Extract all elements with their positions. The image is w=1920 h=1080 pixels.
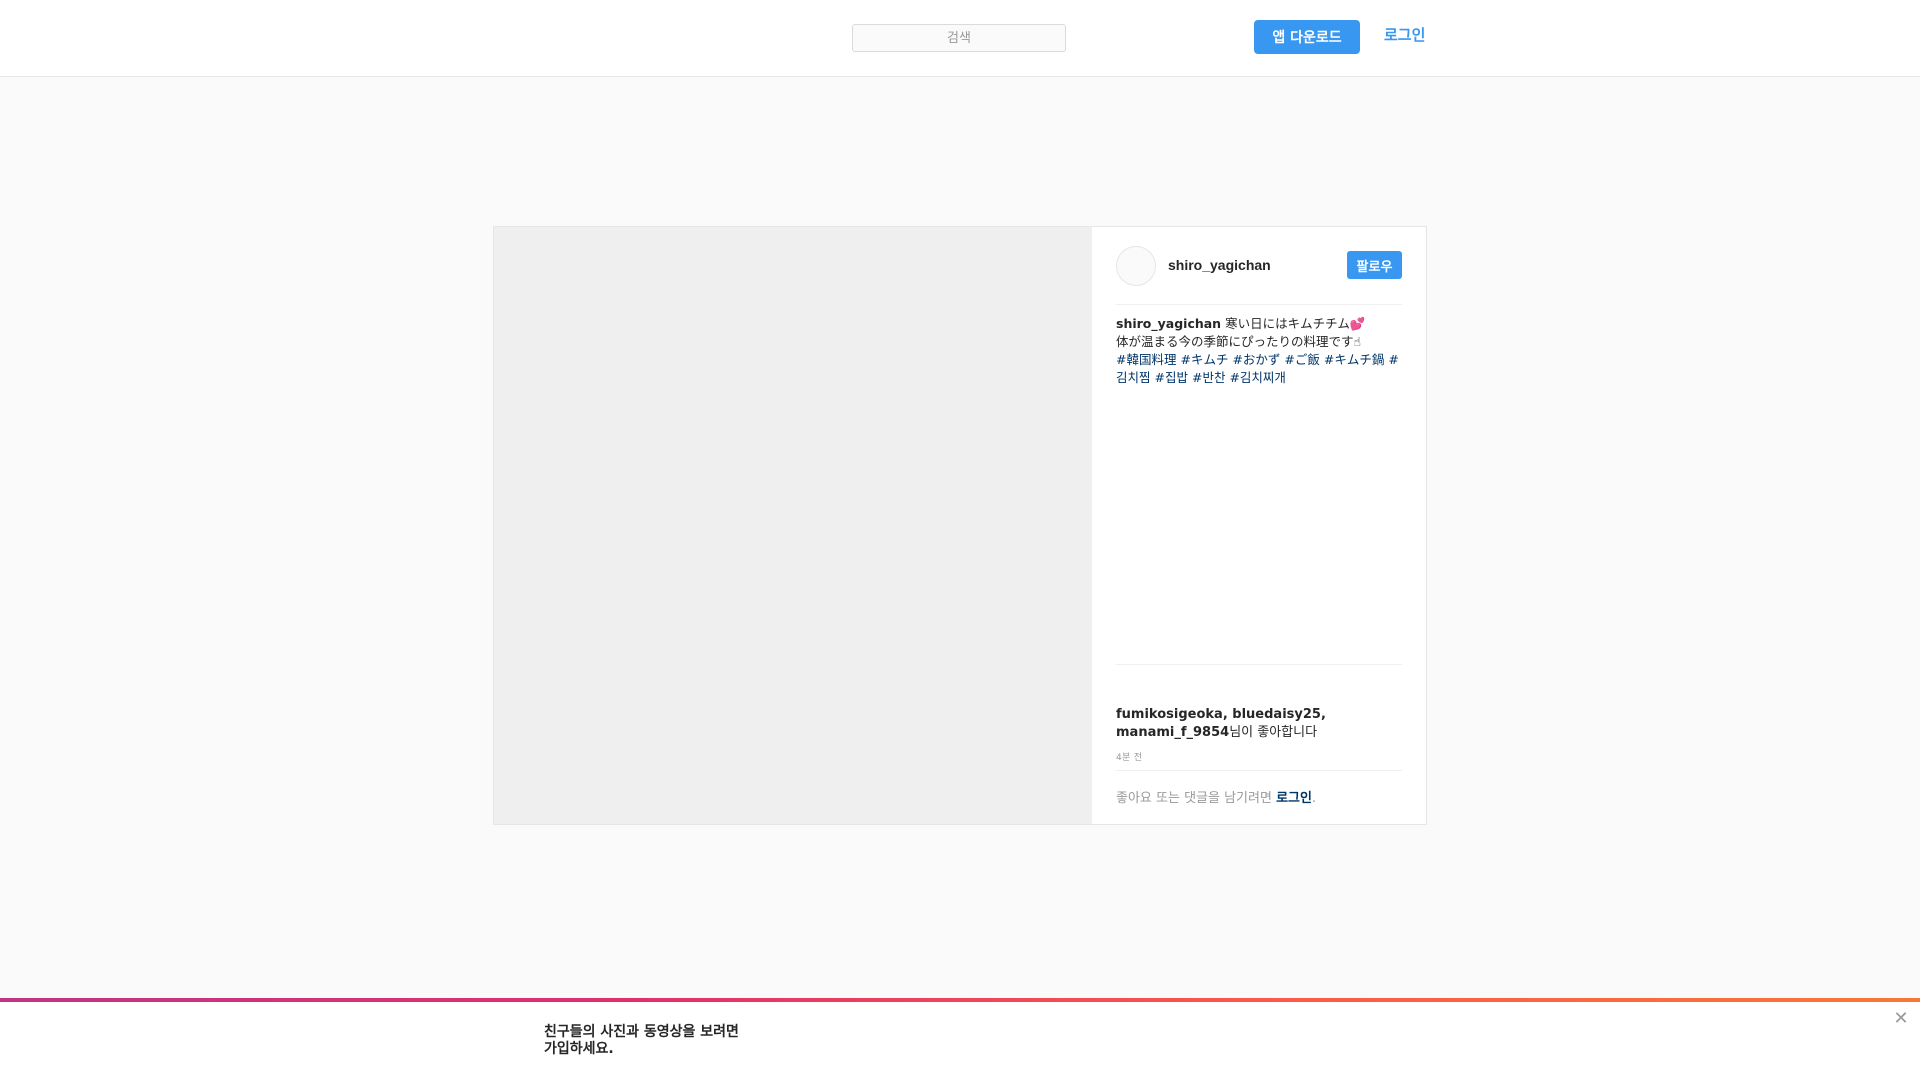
hashtag-link[interactable]: #おかず (1232, 352, 1280, 367)
author-username[interactable]: shiro_yagichan (1168, 257, 1271, 273)
comma: , (1320, 707, 1326, 722)
post-timestamp[interactable]: 4분 전 (1116, 750, 1142, 763)
follow-button[interactable]: 팔로우 (1347, 251, 1402, 279)
post-image[interactable] (494, 227, 1092, 824)
hashtag-link[interactable]: #김치찌개 (1229, 370, 1285, 385)
divider (1116, 770, 1402, 771)
caption-username[interactable]: shiro_yagichan (1116, 316, 1221, 331)
divider (1116, 664, 1402, 665)
post-header: shiro_yagichan 팔로우 (1116, 246, 1402, 286)
hashtag-link[interactable]: #キムチ鍋 (1324, 352, 1384, 367)
comment-prompt-end: . (1311, 791, 1317, 806)
search-box[interactable] (852, 24, 1066, 52)
top-navigation-bar: 앱 다운로드 로그인 (0, 0, 1920, 77)
divider (1116, 304, 1402, 305)
banner-line-1: 친구들의 사진과 동영상을 보려면 (544, 1024, 739, 1040)
hashtag-link[interactable]: #韓国料理 (1116, 352, 1176, 367)
liker-username[interactable]: fumikosigeoka (1116, 707, 1223, 722)
banner-gradient-bar (0, 998, 1920, 1002)
comma: , (1222, 707, 1233, 722)
post-sidebar: shiro_yagichan 팔로우 shiro_yagichan 寒い日にはキ… (1092, 227, 1426, 824)
signup-banner: 친구들의 사진과 동영상을 보려면 가입하세요. ✕ (0, 998, 1920, 1080)
inline-login-link[interactable]: 로그인 (1276, 791, 1312, 806)
app-download-button[interactable]: 앱 다운로드 (1254, 20, 1360, 54)
hashtag-link[interactable]: #집밥 (1155, 370, 1188, 385)
caption-line-2: 体が温まる今の季節にぴったりの料理です☝ (1116, 334, 1362, 349)
hashtag-link[interactable]: #ご飯 (1284, 352, 1319, 367)
caption-line-1: 寒い日にはキムチチム💕 (1225, 316, 1366, 331)
post-caption: shiro_yagichan 寒い日にはキムチチム💕 体が温まる今の季節にぴった… (1116, 315, 1406, 387)
banner-line-2: 가입하세요. (544, 1041, 614, 1057)
likes-suffix: 님이 좋아합니다 (1229, 725, 1318, 740)
close-icon[interactable]: ✕ (1892, 1010, 1910, 1028)
liker-username[interactable]: bluedaisy25 (1232, 707, 1321, 722)
avatar[interactable] (1116, 246, 1156, 286)
hashtag-link[interactable]: #キムチ (1180, 352, 1228, 367)
comment-login-prompt: 좋아요 또는 댓글을 남기려면 로그인. (1116, 787, 1316, 806)
likes-summary: fumikosigeoka, bluedaisy25, manami_f_985… (1116, 706, 1406, 742)
login-link[interactable]: 로그인 (1384, 24, 1425, 45)
signup-banner-text: 친구들의 사진과 동영상을 보려면 가입하세요. (544, 1024, 804, 1058)
hashtag-link[interactable]: #반찬 (1192, 370, 1225, 385)
post-card: shiro_yagichan 팔로우 shiro_yagichan 寒い日にはキ… (493, 226, 1427, 825)
comment-prompt-text: 좋아요 또는 댓글을 남기려면 (1116, 791, 1272, 806)
liker-username[interactable]: manami_f_9854 (1116, 725, 1229, 740)
search-input[interactable] (853, 25, 1065, 51)
